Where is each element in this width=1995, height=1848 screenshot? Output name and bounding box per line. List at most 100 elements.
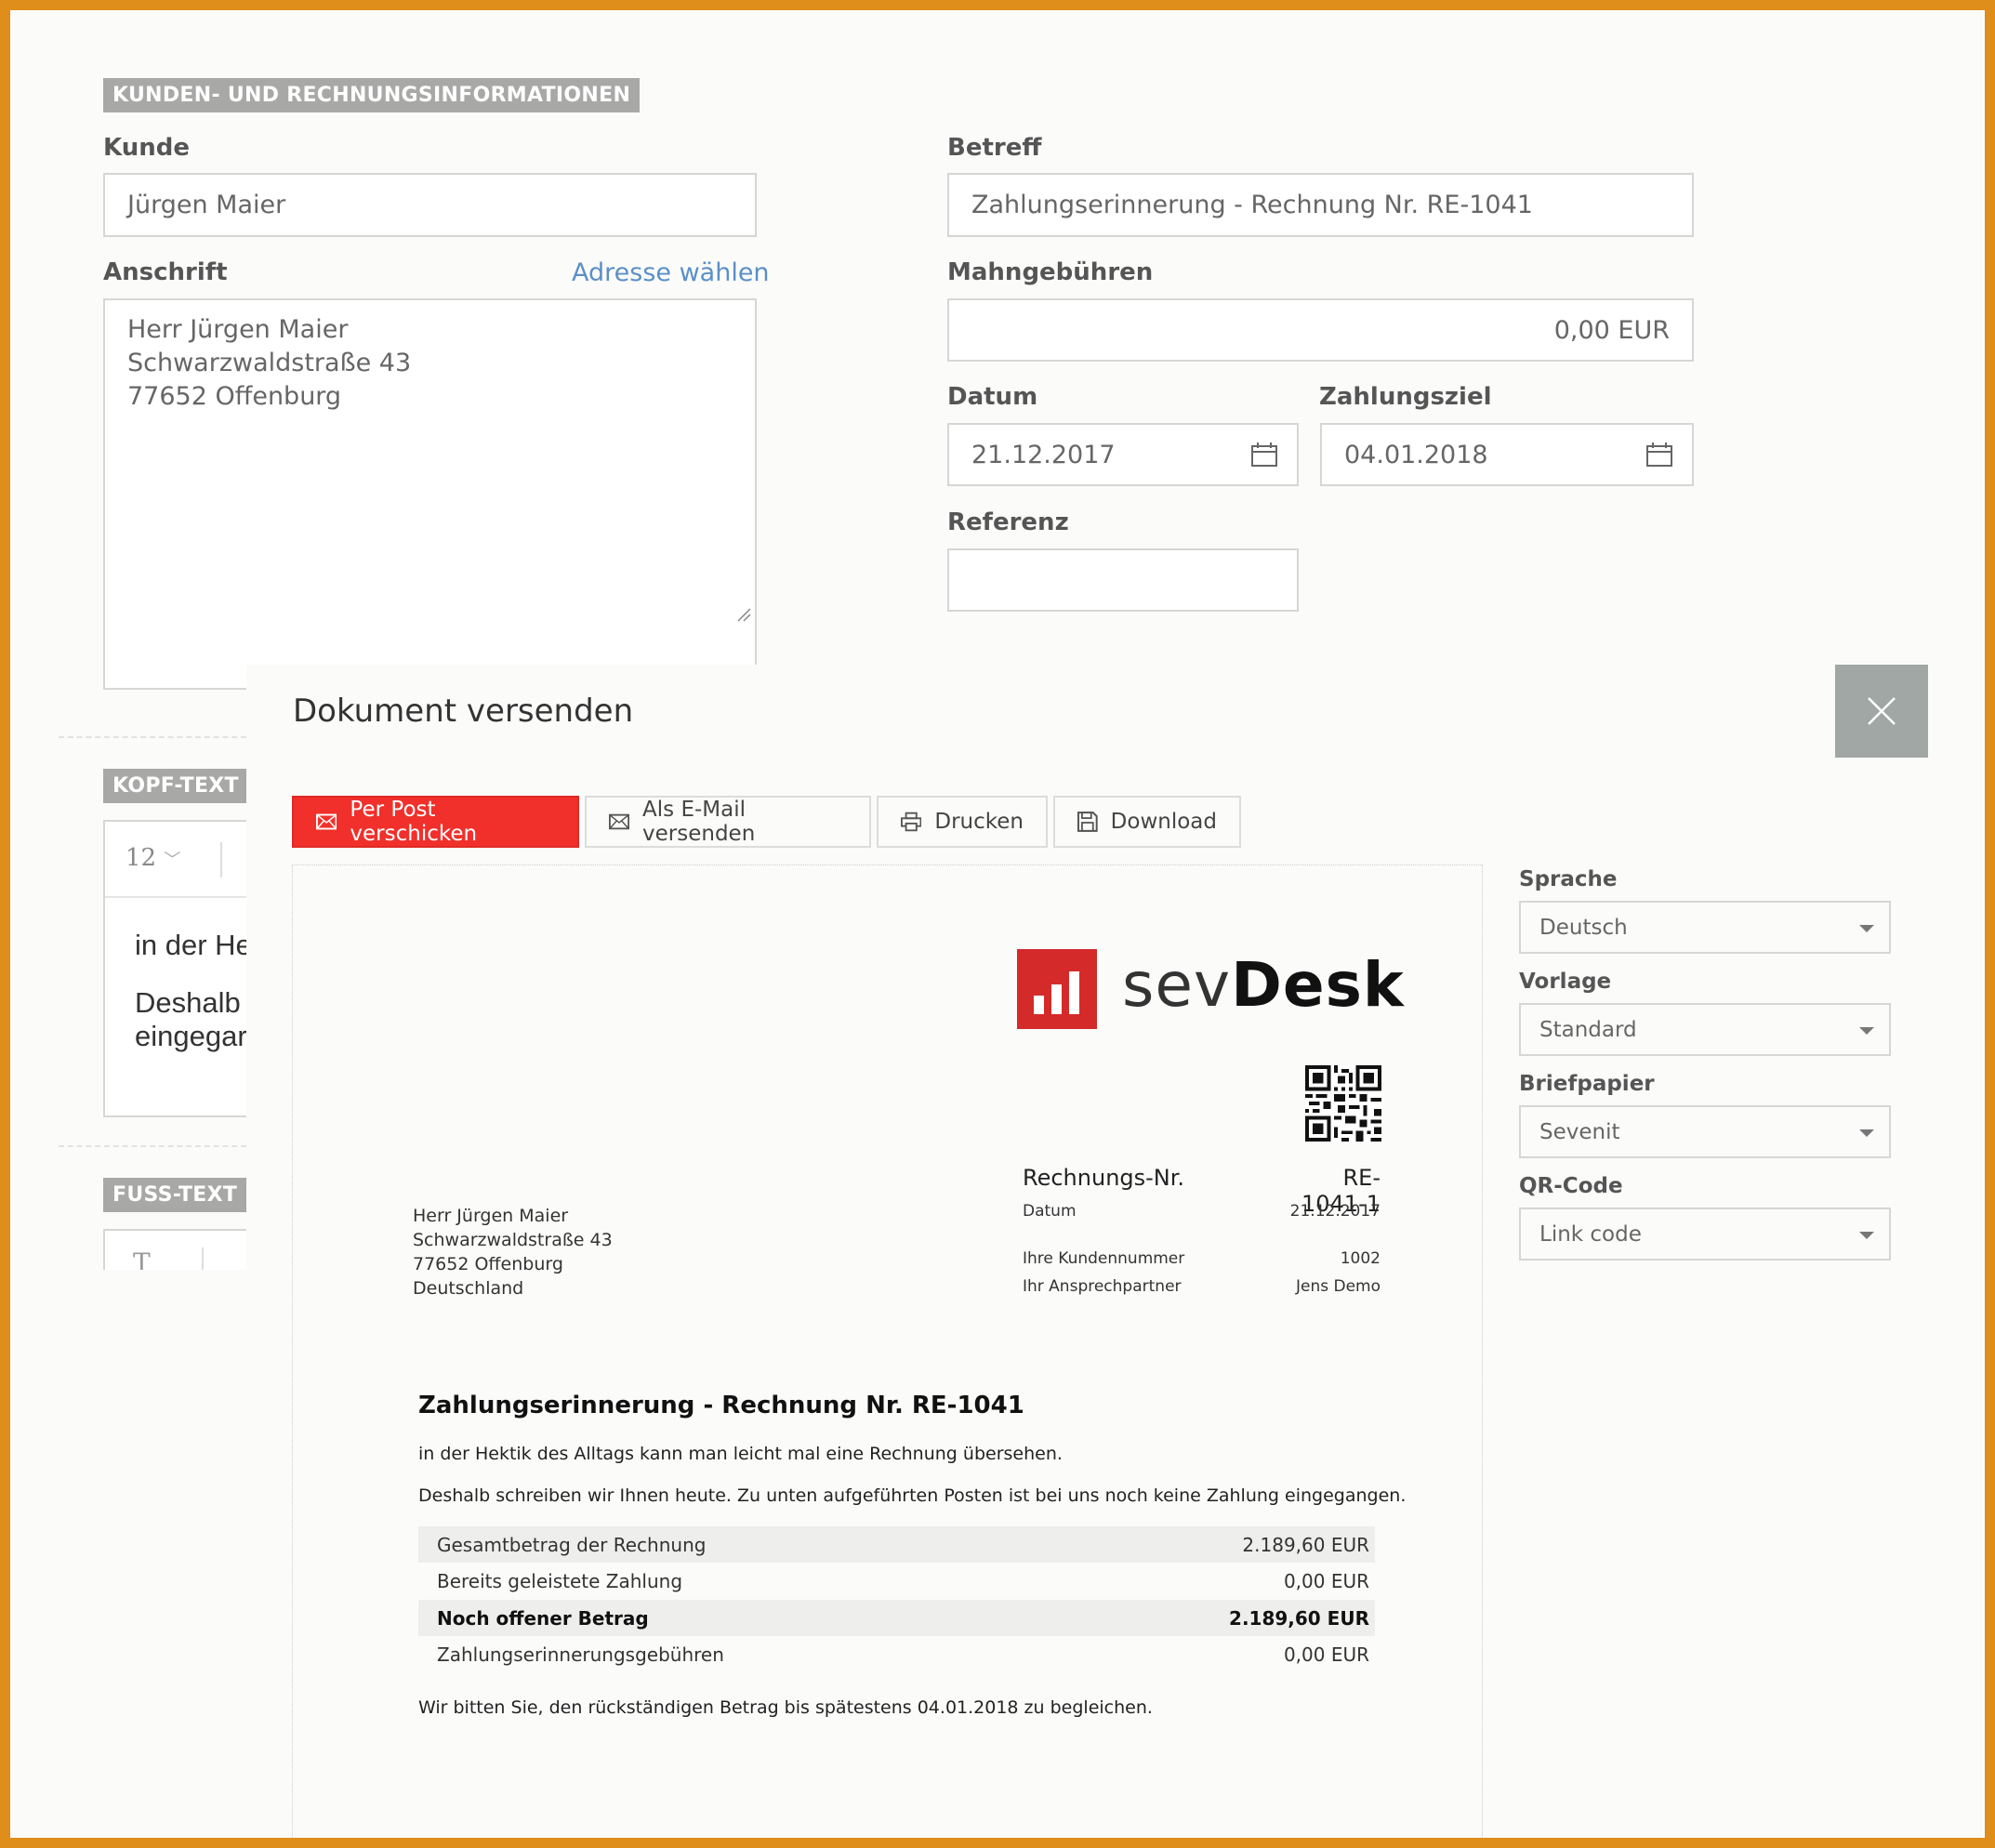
tab-label: Als E-Mail versenden (642, 798, 756, 846)
editor-text-line: Deshalb (135, 986, 241, 1019)
section-tag-footer-text: FUSS-TEXT (103, 1178, 247, 1212)
resize-handle-icon[interactable] (736, 607, 751, 622)
customer-input[interactable]: Jürgen Maier (103, 173, 757, 237)
language-select-value: Deutsch (1539, 915, 1628, 940)
divider (59, 1145, 246, 1147)
tab-send-by-post[interactable]: Per Post verschicken (292, 796, 579, 848)
fees-input[interactable]: 0,00 EUR (947, 298, 1694, 362)
toolbar-divider (220, 842, 222, 878)
summary-value: 2.189,60 EUR (1242, 1533, 1369, 1556)
subject-input-value: Zahlungserinnerung - Rechnung Nr. RE-104… (971, 191, 1533, 219)
recipient-line: Herr Jürgen Maier (413, 1206, 569, 1226)
caret-down-icon (1859, 1232, 1874, 1239)
footer-text-editor[interactable]: T (103, 1229, 246, 1270)
due-date-input-value: 04.01.2018 (1344, 440, 1488, 469)
letterhead-select-value: Sevenit (1539, 1119, 1620, 1144)
tab-print[interactable]: Drucken (877, 796, 1048, 848)
printer-icon (901, 812, 922, 832)
summary-value: 0,00 EUR (1283, 1643, 1369, 1666)
sevdesk-logo-icon (1017, 949, 1097, 1029)
customer-label: Kunde (103, 134, 190, 162)
subject-label: Betreff (947, 134, 1042, 162)
tab-send-by-email[interactable]: Als E-Mail versenden (585, 796, 871, 848)
toolbar-divider (202, 1247, 204, 1270)
choose-address-link[interactable]: Adresse wählen (572, 258, 770, 287)
section-tag-header-text: KOPF-TEXT (103, 769, 248, 803)
address-line: 77652 Offenburg (127, 382, 342, 411)
template-select-value: Standard (1539, 1017, 1637, 1042)
qr-code-label: QR-Code (1519, 1174, 1623, 1198)
summary-label: Noch offener Betrag (437, 1606, 649, 1630)
toolbar-separator (105, 896, 246, 898)
letterhead-label: Briefpapier (1519, 1072, 1655, 1096)
invoice-number-label: Rechnungs-Nr. (1023, 1165, 1185, 1191)
font-size-value: 12 (126, 844, 157, 872)
language-select[interactable]: Deutsch (1519, 901, 1891, 954)
summary-value: 2.189,60 EUR (1229, 1606, 1369, 1630)
summary-label: Gesamtbetrag der Rechnung (437, 1533, 707, 1556)
summary-value: 0,00 EUR (1283, 1569, 1369, 1592)
document-intro-1: in der Hektik des Alltags kann man leich… (418, 1444, 1063, 1464)
mail-icon (609, 813, 630, 830)
summary-label: Bereits geleistete Zahlung (437, 1569, 683, 1592)
doc-date-label: Datum (1023, 1202, 1077, 1221)
address-line: Schwarzwaldstraße 43 (127, 349, 412, 377)
caret-down-icon (1859, 1027, 1874, 1035)
recipient-line: Schwarzwaldstraße 43 (413, 1230, 613, 1250)
document-heading: Zahlungserinnerung - Rechnung Nr. RE-104… (418, 1392, 1024, 1419)
language-label: Sprache (1519, 867, 1618, 891)
qr-code-select-value: Link code (1539, 1221, 1642, 1247)
section-tag-customer-info: KUNDEN- UND RECHNUNGSINFORMATIONEN (103, 78, 641, 112)
doc-date-value: 21.12.2017 (1289, 1202, 1381, 1221)
send-document-modal: Dokument versenden Per Post verschicken … (246, 665, 1989, 1848)
save-icon (1077, 812, 1098, 832)
calendar-icon[interactable] (1250, 442, 1278, 468)
text-format-icon[interactable]: T (133, 1247, 151, 1270)
customer-number-label: Ihre Kundennummer (1023, 1249, 1185, 1268)
modal-title: Dokument versenden (293, 693, 634, 730)
due-date-input[interactable]: 04.01.2018 (1320, 423, 1694, 486)
subject-input[interactable]: Zahlungserinnerung - Rechnung Nr. RE-104… (947, 173, 1694, 237)
header-text-editor[interactable]: 12 ﹀ in der He Deshalb eingegar (103, 820, 246, 1117)
template-label: Vorlage (1519, 970, 1612, 994)
reference-label: Referenz (947, 508, 1069, 536)
close-button[interactable] (1835, 665, 1928, 758)
summary-row: Bereits geleistete Zahlung 0,00 EUR (418, 1563, 1375, 1599)
tab-download[interactable]: Download (1053, 796, 1241, 848)
address-label: Anschrift (103, 258, 228, 286)
document-closing: Wir bitten Sie, den rückständigen Betrag… (418, 1697, 1153, 1718)
address-textarea[interactable]: Herr Jürgen Maier Schwarzwaldstraße 43 7… (103, 298, 757, 627)
date-input[interactable]: 21.12.2017 (947, 423, 1299, 486)
close-icon (1868, 697, 1896, 725)
tab-label: Drucken (934, 810, 1024, 834)
summary-row: Gesamtbetrag der Rechnung 2.189,60 EUR (418, 1526, 1375, 1563)
sevdesk-logo-text: sevDesk (1122, 949, 1405, 1021)
editor-text-line: eingegar (135, 1020, 246, 1052)
tab-label: Download (1110, 810, 1217, 834)
customer-input-value: Jürgen Maier (127, 191, 286, 219)
fees-label: Mahngebühren (947, 258, 1154, 286)
mail-icon (316, 813, 337, 830)
font-size-dropdown[interactable]: 12 ﹀ (126, 844, 180, 872)
editor-text-line: in der He (135, 929, 246, 961)
summary-row: Zahlungserinnerungsgebühren 0,00 EUR (418, 1636, 1375, 1672)
caret-down-icon (1859, 1129, 1874, 1137)
document-preview: sevDesk Rechnungs-Nr. RE-1041-1 Datum 21… (292, 865, 1483, 1848)
due-date-label: Zahlungsziel (1319, 383, 1492, 411)
fees-input-value: 0,00 EUR (1553, 315, 1670, 345)
calendar-icon[interactable] (1645, 442, 1673, 468)
send-options-tabs: Per Post verschicken Als E-Mail versende… (292, 796, 1241, 848)
summary-row: Noch offener Betrag 2.189,60 EUR (418, 1600, 1375, 1636)
qr-code-select[interactable]: Link code (1519, 1208, 1891, 1261)
template-select[interactable]: Standard (1519, 1003, 1891, 1056)
reference-input[interactable] (947, 548, 1299, 612)
contact-person-label: Ihr Ansprechpartner (1023, 1277, 1182, 1296)
caret-down-icon (1859, 925, 1874, 932)
letterhead-select[interactable]: Sevenit (1519, 1105, 1891, 1158)
tab-label: Per Post verschicken (350, 798, 478, 846)
address-line: Herr Jürgen Maier (127, 315, 349, 344)
divider (59, 736, 246, 738)
document-intro-2: Deshalb schreiben wir Ihnen heute. Zu un… (418, 1485, 1407, 1506)
recipient-line: 77652 Offenburg (413, 1254, 563, 1274)
date-label: Datum (947, 383, 1038, 411)
